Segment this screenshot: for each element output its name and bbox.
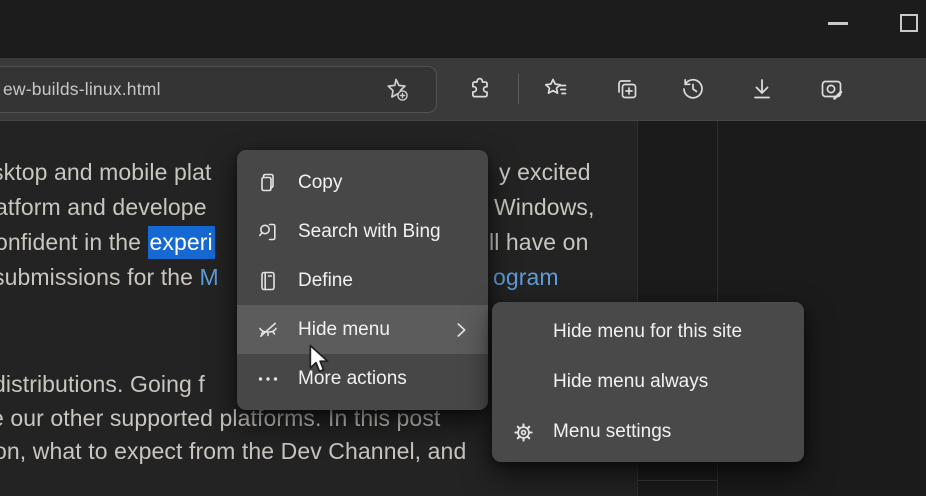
submenu-icon-spacer <box>510 319 536 345</box>
article-text: atform and develope <box>0 192 207 222</box>
history-clock-icon <box>679 75 707 103</box>
menu-item-copy[interactable]: Copy <box>237 158 488 207</box>
submenu-item-menu-settings[interactable]: Menu settings <box>492 407 804 457</box>
article-link[interactable]: ogram <box>493 262 559 292</box>
article-text: onfident in the <box>0 229 148 255</box>
toolbar-divider <box>518 74 519 104</box>
article-text: distributions. Going f <box>0 369 205 399</box>
favorites-button[interactable] <box>542 75 570 103</box>
page-row-divider <box>637 480 717 481</box>
menu-item-search-with-bing[interactable]: Search with Bing <box>237 207 488 256</box>
article-text: onfident in the experi <box>0 227 215 257</box>
submenu-item-hide-for-site[interactable]: Hide menu for this site <box>492 307 804 357</box>
article-text: Windows, <box>494 192 595 222</box>
submenu-icon-spacer <box>510 369 536 395</box>
address-bar[interactable]: ew-builds-linux.html <box>0 66 437 113</box>
browser-window: ew-builds-linux.html <box>0 0 926 496</box>
submenu-item-hide-always[interactable]: Hide menu always <box>492 357 804 407</box>
add-favorite-icon[interactable] <box>382 75 412 105</box>
browser-toolbar: ew-builds-linux.html <box>0 58 926 121</box>
selected-text: experi <box>148 226 215 259</box>
mouse-cursor <box>306 344 332 379</box>
article-text: on, what to expect from the Dev Channel,… <box>0 436 466 466</box>
menu-item-label: Define <box>298 270 353 292</box>
menu-item-label: Copy <box>298 172 342 194</box>
define-book-icon <box>255 268 281 294</box>
menu-item-label: Hide menu for this site <box>553 321 742 343</box>
article-text: submissions for the M <box>0 262 219 292</box>
article-text: ll have on <box>489 227 588 257</box>
chevron-right-icon <box>450 319 472 341</box>
extensions-button[interactable] <box>466 75 494 103</box>
article-text: submissions for the <box>0 264 200 290</box>
article-text: y excited <box>499 157 591 187</box>
menu-item-define[interactable]: Define <box>237 256 488 305</box>
puzzle-icon <box>467 76 493 102</box>
collections-button[interactable] <box>613 75 641 103</box>
gear-icon <box>510 419 536 445</box>
history-button[interactable] <box>679 75 707 103</box>
article-text: sktop and mobile plat <box>0 157 211 187</box>
menu-item-label: Search with Bing <box>298 221 441 243</box>
menu-item-label: Hide menu <box>298 319 390 341</box>
download-arrow-icon <box>748 75 776 103</box>
copy-icon <box>255 170 281 196</box>
menu-item-label: Hide menu always <box>553 371 708 393</box>
context-menu: Copy Search with Bing Define <box>237 150 488 410</box>
web-capture-button[interactable] <box>818 75 846 103</box>
menu-item-hide-menu[interactable]: Hide menu <box>237 305 488 354</box>
maximize-icon <box>900 14 918 32</box>
menu-item-label: Menu settings <box>553 421 671 443</box>
collections-icon <box>613 75 641 103</box>
eye-off-icon <box>255 317 281 343</box>
window-titlebar <box>0 0 926 58</box>
favorites-star-icon <box>542 75 570 103</box>
web-capture-icon <box>818 75 846 103</box>
hide-menu-submenu: Hide menu for this site Hide menu always… <box>492 302 804 462</box>
menu-item-more-actions[interactable]: More actions <box>237 354 488 403</box>
minimize-icon <box>828 22 848 25</box>
article-link[interactable]: M <box>200 264 219 290</box>
downloads-button[interactable] <box>748 75 776 103</box>
search-icon <box>255 219 281 245</box>
url-text[interactable]: ew-builds-linux.html <box>3 79 161 100</box>
ellipsis-icon <box>255 366 281 392</box>
maximize-button[interactable] <box>892 6 926 40</box>
minimize-button[interactable] <box>820 12 856 34</box>
